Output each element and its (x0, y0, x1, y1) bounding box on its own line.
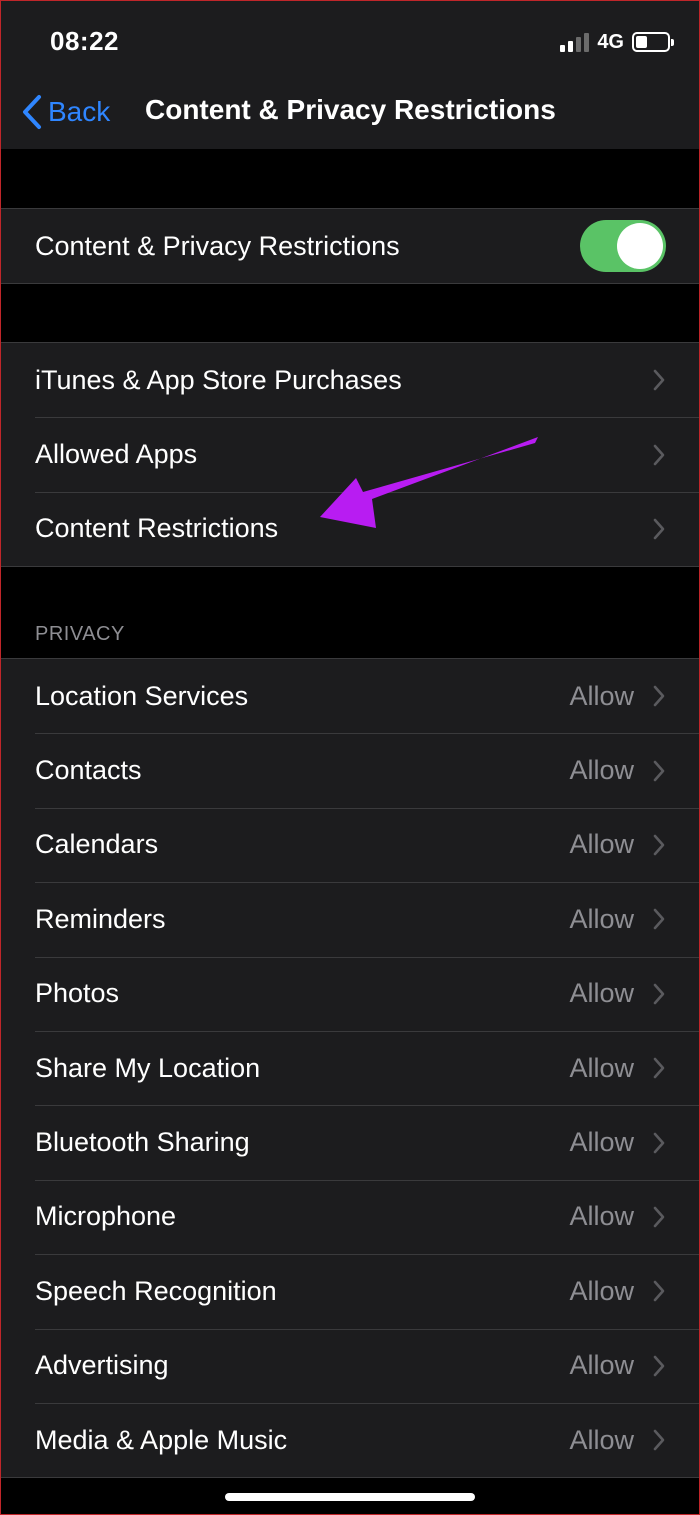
list-item-label: Bluetooth Sharing (35, 1127, 250, 1158)
cellular-signal-icon (560, 32, 590, 52)
navigation-bar: 08:22 4G Back Content & Privacy Restrict… (0, 0, 700, 149)
battery-level-fill (636, 36, 647, 48)
chevron-right-icon (653, 1429, 665, 1451)
chevron-right-icon (653, 518, 665, 540)
chevron-right-icon (653, 685, 665, 707)
content-privacy-toggle-row: Content & Privacy Restrictions (0, 209, 700, 283)
list-item-contacts[interactable]: Contacts Allow (0, 733, 700, 807)
list-item-label: Media & Apple Music (35, 1424, 288, 1455)
chevron-right-icon (653, 444, 665, 465)
chevron-right-icon (653, 369, 665, 391)
list-item-label: Speech Recognition (35, 1275, 277, 1306)
list-item-value: Allow (569, 755, 634, 786)
battery-icon (632, 32, 674, 52)
status-indicators: 4G (560, 30, 674, 54)
chevron-right-icon (653, 1355, 665, 1377)
list-item-label: Advertising (35, 1350, 169, 1381)
list-item-value: Allow (569, 978, 634, 1009)
list-item-label: Share My Location (35, 1052, 261, 1083)
list-item-label: Calendars (35, 829, 159, 860)
chevron-right-icon (653, 1132, 665, 1153)
list-item-media-apple-music[interactable]: Media & Apple Music Allow (0, 1402, 700, 1477)
list-item-label: Location Services (35, 680, 249, 711)
list-item-value: Allow (569, 1275, 634, 1306)
list-item-advertising[interactable]: Advertising Allow (0, 1328, 700, 1403)
list-item-label: Allowed Apps (35, 439, 198, 470)
chevron-right-icon (653, 983, 665, 1005)
chevron-right-icon (653, 834, 665, 856)
page-title: Content & Privacy Restrictions (145, 94, 556, 125)
list-item-value: Allow (569, 1424, 634, 1455)
back-button[interactable]: Back (22, 93, 110, 131)
chevron-left-icon (23, 95, 41, 129)
toggle-knob (617, 223, 663, 270)
list-item-label: iTunes & App Store Purchases (35, 364, 402, 395)
chevron-right-icon (653, 909, 665, 930)
list-item-value: Allow (569, 680, 634, 711)
content-privacy-toggle[interactable] (580, 220, 666, 273)
list-item-content-restrictions[interactable]: Content Restrictions (0, 491, 700, 566)
list-item-label: Photos (35, 978, 120, 1009)
list-item-itunes-app-store-purchases[interactable]: iTunes & App Store Purchases (0, 343, 700, 417)
list-item-location-services[interactable]: Location Services Allow (0, 659, 700, 733)
master-toggle-label: Content & Privacy Restrictions (35, 230, 400, 261)
chevron-right-icon (653, 1057, 665, 1079)
chevron-right-icon (653, 760, 665, 781)
network-type: 4G (597, 30, 624, 53)
home-indicator (225, 1493, 475, 1501)
chevron-right-icon (653, 1206, 665, 1228)
list-item-value: Allow (569, 903, 634, 934)
list-item-label: Contacts (35, 755, 142, 786)
list-item-allowed-apps[interactable]: Allowed Apps (0, 417, 700, 491)
list-item-value: Allow (569, 1127, 634, 1158)
list-item-calendars[interactable]: Calendars Allow (0, 807, 700, 882)
status-time: 08:22 (50, 26, 119, 56)
list-item-bluetooth-sharing[interactable]: Bluetooth Sharing Allow (0, 1105, 700, 1179)
list-item-share-my-location[interactable]: Share My Location Allow (0, 1030, 700, 1105)
list-item-value: Allow (569, 829, 634, 860)
list-item-value: Allow (569, 1350, 634, 1381)
master-toggle-group: Content & Privacy Restrictions (0, 208, 700, 285)
list-item-label: Content Restrictions (35, 513, 279, 544)
list-item-photos[interactable]: Photos Allow (0, 956, 700, 1031)
list-item-reminders[interactable]: Reminders Allow (0, 882, 700, 956)
list-item-value: Allow (569, 1052, 634, 1083)
privacy-group: Location Services Allow Contacts Allow C… (0, 658, 700, 1479)
chevron-right-icon (653, 1281, 665, 1302)
restrictions-group: iTunes & App Store Purchases Allowed App… (0, 342, 700, 568)
privacy-section-header: PRIVACY (35, 623, 125, 645)
back-label: Back (48, 96, 111, 127)
list-item-label: Microphone (35, 1201, 177, 1232)
list-item-microphone[interactable]: Microphone Allow (0, 1179, 700, 1254)
list-item-label: Reminders (35, 903, 166, 934)
list-item-speech-recognition[interactable]: Speech Recognition Allow (0, 1254, 700, 1328)
list-item-value: Allow (569, 1201, 634, 1232)
